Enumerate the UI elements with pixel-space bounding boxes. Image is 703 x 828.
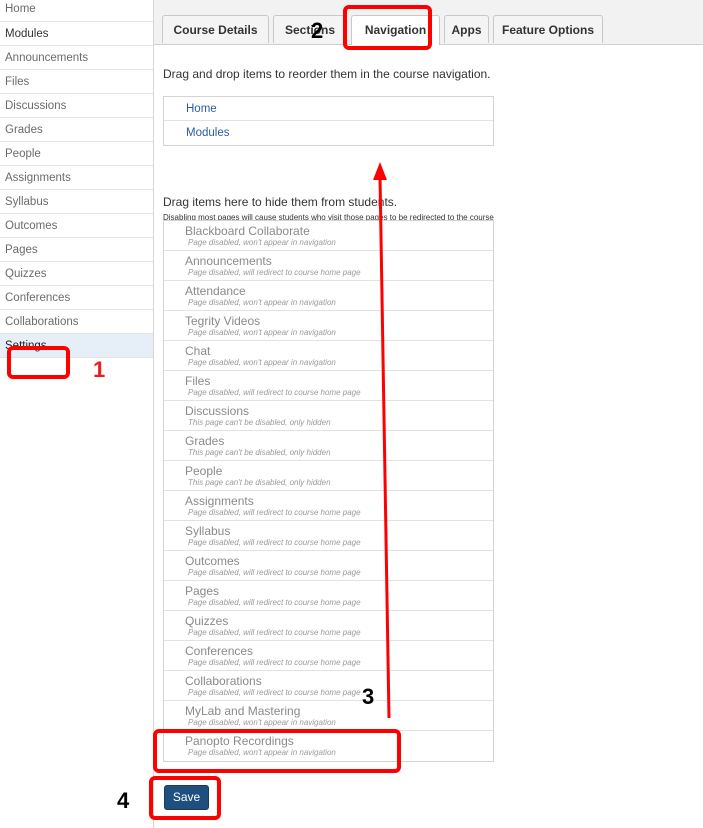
hidden-nav-item-status: Page disabled, will redirect to course h…	[188, 508, 361, 517]
hidden-nav-item[interactable]: Grades This page can't be disabled, only …	[164, 431, 493, 461]
step-number-4: 4	[117, 788, 130, 813]
settings-panel: Course Details Sections Navigation Apps …	[154, 0, 703, 828]
hidden-nav-item-status: Page disabled, will redirect to course h…	[188, 268, 361, 277]
hidden-nav-item-name: Assignments	[185, 494, 254, 508]
hidden-nav-item-status: Page disabled, will redirect to course h…	[188, 598, 361, 607]
step-number-1: 1	[93, 357, 106, 382]
hidden-nav-item[interactable]: Blackboard Collaborate Page disabled, won…	[164, 221, 493, 251]
hidden-nav-item-name: Collaborations	[185, 674, 262, 688]
tab-feature-options[interactable]: Feature Options	[493, 15, 603, 43]
hidden-nav-item[interactable]: People This page can't be disabled, only …	[164, 461, 493, 491]
hidden-nav-item[interactable]: Conferences Page disabled, will redirect …	[164, 641, 493, 671]
hidden-nav-item[interactable]: Collaborations Page disabled, will redire…	[164, 671, 493, 701]
sidebar-item-collaborations[interactable]: Collaborations	[0, 310, 153, 334]
reorder-instructions: Drag and drop items to reorder them in t…	[163, 67, 491, 81]
hidden-nav-item-status: Page disabled, will redirect to course h…	[188, 688, 361, 697]
tab-strip: Course Details Sections Navigation Apps …	[154, 0, 703, 45]
sidebar-item-pages[interactable]: Pages	[0, 238, 153, 262]
hidden-nav-item[interactable]: Files Page disabled, will redirect to cou…	[164, 371, 493, 401]
sidebar-item-conferences[interactable]: Conferences	[0, 286, 153, 310]
tab-sections[interactable]: Sections	[273, 15, 347, 43]
sidebar-item-announcements[interactable]: Announcements	[0, 46, 153, 70]
hidden-nav-item-name: Outcomes	[185, 554, 240, 568]
hidden-nav-item-status: Page disabled, won't appear in navigatio…	[188, 328, 336, 337]
hidden-nav-item-status: Page disabled, will redirect to course h…	[188, 628, 361, 637]
hidden-nav-item-name: Pages	[185, 584, 220, 598]
visible-nav-item-home[interactable]: Home	[164, 97, 493, 121]
hidden-nav-item[interactable]: Panopto Recordings Page disabled, won't a…	[164, 731, 493, 761]
hidden-nav-item[interactable]: Assignments Page disabled, will redirect …	[164, 491, 493, 521]
hidden-nav-item-status: Page disabled, will redirect to course h…	[188, 658, 361, 667]
hidden-nav-item-name: Announcements	[185, 254, 272, 268]
sidebar-item-outcomes[interactable]: Outcomes	[0, 214, 153, 238]
tab-course-details[interactable]: Course Details	[162, 15, 269, 43]
hidden-nav-item-status: Page disabled, won't appear in navigatio…	[188, 748, 336, 757]
sidebar-item-files[interactable]: Files	[0, 70, 153, 94]
hidden-nav-item[interactable]: Discussions This page can't be disabled, …	[164, 401, 493, 431]
hidden-nav-item-status: Page disabled, won't appear in navigatio…	[188, 358, 336, 367]
sidebar-item-discussions[interactable]: Discussions	[0, 94, 153, 118]
hidden-nav-item-name: Files	[185, 374, 211, 388]
hidden-nav-item-status: Page disabled, will redirect to course h…	[188, 388, 361, 397]
sidebar-item-assignments[interactable]: Assignments	[0, 166, 153, 190]
course-sidebar: Home Modules Announcements Files Discussions…	[0, 0, 154, 828]
hidden-nav-item-status: This page can't be disabled, only hidden	[188, 478, 331, 487]
hide-instructions: Drag items here to hide them from studen…	[163, 195, 398, 209]
hidden-nav-item[interactable]: Attendance Page disabled, won't appear in…	[164, 281, 493, 311]
hidden-nav-item[interactable]: Outcomes Page disabled, will redirect to …	[164, 551, 493, 581]
hidden-nav-item[interactable]: Quizzes Page disabled, will redirect to c…	[164, 611, 493, 641]
sidebar-item-syllabus[interactable]: Syllabus	[0, 190, 153, 214]
sidebar-item-quizzes[interactable]: Quizzes	[0, 262, 153, 286]
hidden-nav-item-status: Page disabled, won't appear in navigatio…	[188, 298, 336, 307]
hidden-nav-item[interactable]: Announcements Page disabled, will redirec…	[164, 251, 493, 281]
hidden-nav-item-name: Tegrity Videos	[185, 314, 261, 328]
tab-apps[interactable]: Apps	[444, 15, 489, 43]
hidden-nav-item-name: People	[185, 464, 223, 478]
hidden-nav-item[interactable]: Syllabus Page disabled, will redirect to …	[164, 521, 493, 551]
hidden-nav-item[interactable]: Pages Page disabled, will redirect to cou…	[164, 581, 493, 611]
hidden-nav-item-name: Chat	[185, 344, 211, 358]
hidden-nav-item-status: This page can't be disabled, only hidden	[188, 418, 331, 427]
hidden-nav-item-name: Syllabus	[185, 524, 231, 538]
hidden-nav-item-name: Conferences	[185, 644, 254, 658]
hidden-nav-item-status: Page disabled, won't appear in navigatio…	[188, 238, 336, 247]
sidebar-item-settings[interactable]: Settings	[0, 334, 153, 358]
hidden-nav-item-status: Page disabled, won't appear in navigatio…	[188, 718, 336, 727]
tab-navigation[interactable]: Navigation	[351, 15, 440, 45]
sidebar-item-people[interactable]: People	[0, 142, 153, 166]
save-button[interactable]: Save	[164, 785, 209, 810]
hidden-nav-item-name: Blackboard Collaborate	[185, 224, 310, 238]
hidden-nav-item-status: Page disabled, will redirect to course h…	[188, 538, 361, 547]
visible-nav-list: Home Modules	[163, 96, 494, 146]
step-number-3: 3	[362, 684, 375, 709]
hidden-nav-item-name: Grades	[185, 434, 225, 448]
hidden-nav-item-name: Discussions	[185, 404, 250, 418]
sidebar-item-grades[interactable]: Grades	[0, 118, 153, 142]
hidden-nav-item[interactable]: Tegrity Videos Page disabled, won't appea…	[164, 311, 493, 341]
visible-nav-item-modules[interactable]: Modules	[164, 121, 493, 145]
sidebar-item-home[interactable]: Home	[0, 0, 153, 22]
hidden-nav-item-status: This page can't be disabled, only hidden	[188, 448, 331, 457]
hidden-nav-item[interactable]: MyLab and Mastering Page disabled, won't …	[164, 701, 493, 731]
hidden-nav-list: Blackboard Collaborate Page disabled, won…	[163, 220, 494, 762]
sidebar-item-modules[interactable]: Modules	[0, 22, 153, 46]
hidden-nav-item[interactable]: Chat Page disabled, won't appear in navig…	[164, 341, 493, 371]
hidden-nav-item-status: Page disabled, will redirect to course h…	[188, 568, 361, 577]
hidden-nav-item-name: Quizzes	[185, 614, 229, 628]
hidden-nav-item-name: Panopto Recordings	[185, 734, 294, 748]
hidden-nav-item-name: MyLab and Mastering	[185, 704, 301, 718]
step-number-2: 2	[311, 18, 324, 43]
hidden-nav-item-name: Attendance	[185, 284, 246, 298]
